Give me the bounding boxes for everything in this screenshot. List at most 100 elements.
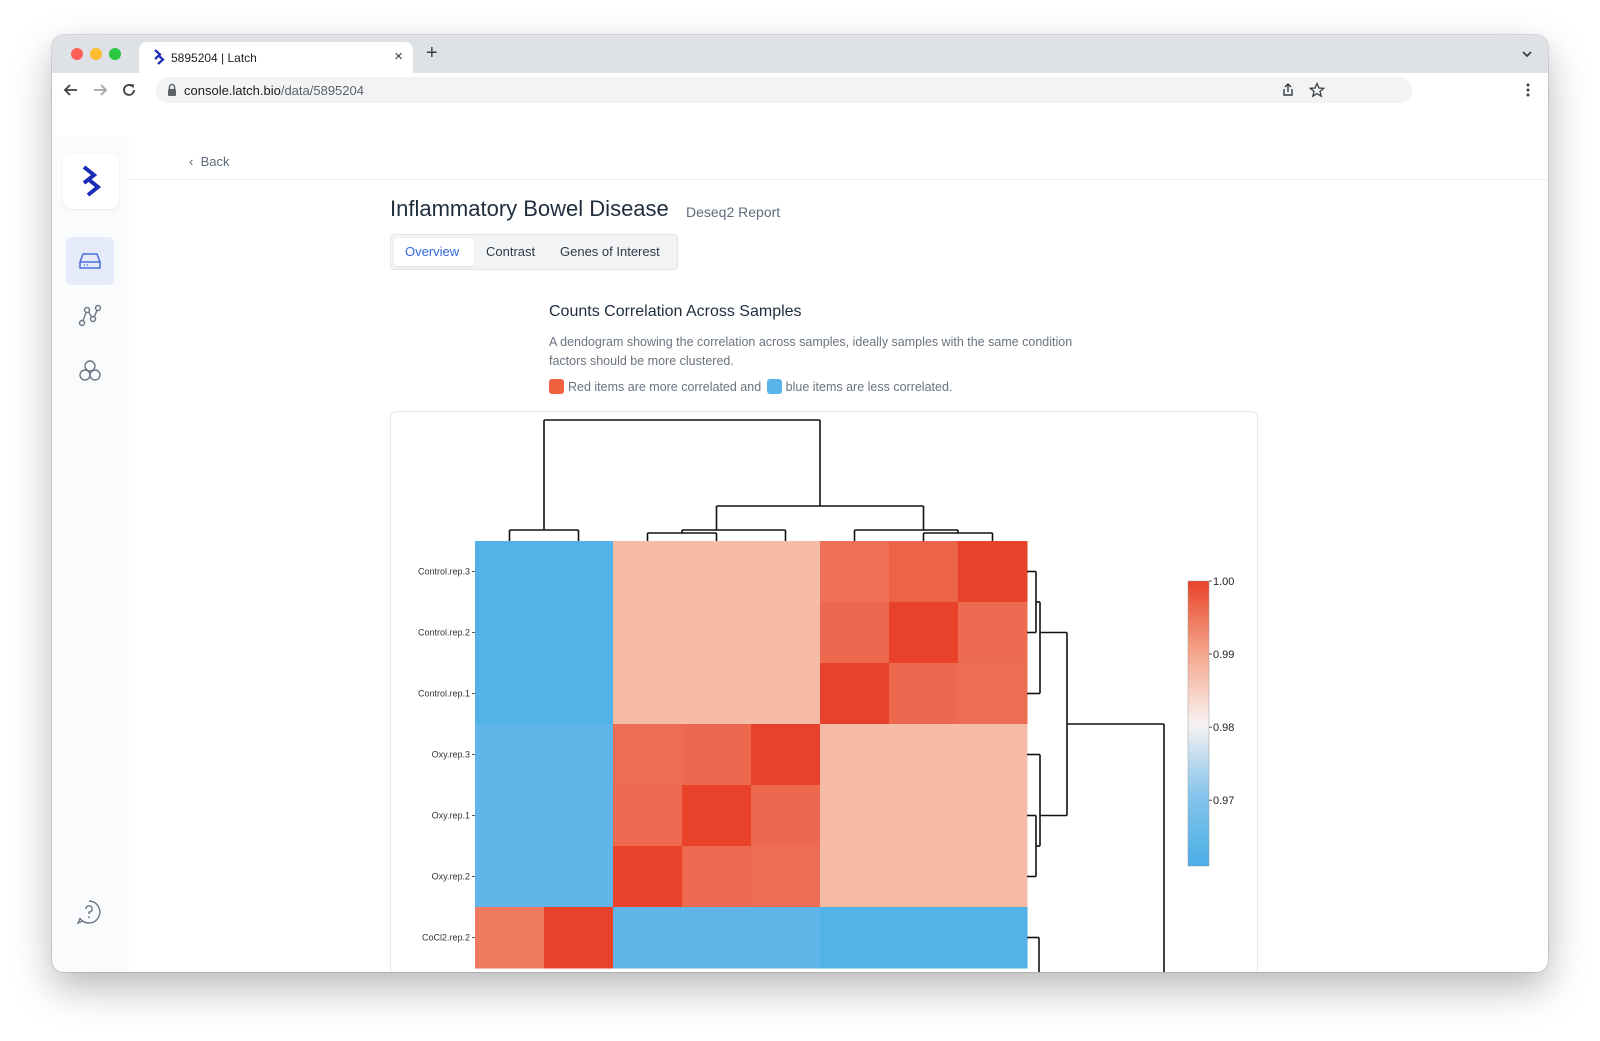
sidebar-item-workflows[interactable]	[66, 292, 114, 340]
chevron-down-icon[interactable]	[1520, 47, 1534, 61]
heatmap-cell	[682, 541, 752, 603]
more-options-icon[interactable]	[1526, 82, 1530, 98]
heatmap-cell	[889, 724, 959, 786]
latch-favicon-icon	[154, 49, 165, 65]
heatmap-cell	[475, 785, 545, 847]
heatmap-cell	[958, 663, 1028, 725]
lock-icon	[168, 83, 176, 96]
heatmap-cell	[751, 907, 821, 969]
sidebar	[52, 137, 130, 972]
sidebar-item-modules[interactable]	[66, 347, 114, 395]
heatmap-cell	[682, 846, 752, 908]
row-label: Oxy.rep.1	[432, 811, 470, 821]
correlation-heatmap: Control.rep.3 Control.rep.2 Control.rep.1 O…	[418, 419, 1234, 972]
color-legend: Red items are more correlated and blue i…	[549, 379, 952, 396]
reload-icon[interactable]	[120, 81, 138, 99]
new-tab-button[interactable]: +	[426, 43, 438, 63]
page-title: Inflammatory Bowel Disease	[390, 196, 669, 221]
tab-overview[interactable]: Overview	[394, 238, 474, 266]
sidebar-item-data[interactable]	[66, 237, 114, 285]
section-description: A dendogram showing the correlation acro…	[549, 335, 1073, 368]
browser-tab[interactable]: 5895204 | Latch ×	[139, 42, 413, 73]
share-icon[interactable]	[1280, 82, 1296, 98]
heatmap-cell	[544, 785, 614, 847]
heatmap-cell	[958, 541, 1028, 603]
tab-contrast[interactable]: Contrast	[475, 238, 547, 266]
close-window-button[interactable]	[71, 48, 83, 60]
tab-title: 5895204 | Latch	[171, 51, 257, 65]
heatmap-cell	[889, 541, 959, 603]
heatmap-cell	[613, 541, 683, 603]
heatmap-cell	[613, 907, 683, 969]
heatmap-cell	[889, 907, 959, 969]
page-subtitle: Deseq2 Report	[686, 204, 781, 220]
heatmap-cell	[544, 907, 614, 969]
heatmap-cell	[613, 663, 683, 725]
heatmap-cell	[544, 602, 614, 664]
heatmap-cell	[544, 541, 614, 603]
hexagons-icon	[79, 360, 101, 381]
address-bar[interactable]: console.latch.bio/data/5895204	[156, 77, 1412, 103]
back-link[interactable]: ‹ Back	[189, 154, 229, 169]
heatmap-cell	[820, 541, 890, 603]
heatmap-cell	[958, 907, 1028, 969]
graph-nodes-icon	[78, 304, 102, 327]
heatmap-cell	[958, 602, 1028, 664]
latch-logo-icon	[82, 165, 101, 197]
heatmap-cell	[820, 663, 890, 725]
heatmap-cell	[613, 785, 683, 847]
minimize-window-button[interactable]	[90, 48, 102, 60]
heatmap-cell	[682, 724, 752, 786]
maximize-window-button[interactable]	[109, 48, 121, 60]
heatmap-cell	[958, 724, 1028, 786]
heatmap-cell	[682, 602, 752, 664]
latch-logo[interactable]	[63, 153, 119, 209]
bookmarks-bar	[52, 107, 1548, 138]
heatmap-cell	[682, 785, 752, 847]
row-label: CoCl2.rep.2	[422, 933, 470, 943]
back-bar: ‹ Back	[129, 137, 1548, 180]
colorbar	[1187, 580, 1210, 867]
tab-genes-of-interest[interactable]: Genes of Interest	[549, 238, 677, 266]
correlation-heatmap-card: Control.rep.3 Control.rep.2 Control.rep.1 O…	[390, 411, 1258, 972]
row-label: Oxy.rep.3	[432, 750, 470, 760]
heatmap-cell	[889, 602, 959, 664]
heatmap-cell	[958, 846, 1028, 908]
colorbar-label: 1.00	[1213, 576, 1234, 588]
tab-strip: 5895204 | Latch × +	[52, 35, 1548, 73]
section-title: Counts Correlation Across Samples	[549, 303, 802, 320]
colorbar-label: 0.99	[1213, 649, 1234, 661]
legend-blue-text: blue items are less correlated.	[785, 380, 953, 394]
heatmap-cell	[544, 846, 614, 908]
drive-icon	[79, 253, 101, 269]
heatmap-cell	[820, 846, 890, 908]
close-tab-icon[interactable]: ×	[394, 48, 403, 65]
heatmap-cell	[889, 785, 959, 847]
forward-arrow-icon[interactable]	[91, 81, 109, 99]
heatmap-cell	[751, 785, 821, 847]
heatmap-cell	[682, 663, 752, 725]
blue-swatch	[766, 379, 782, 394]
heatmap-cell	[613, 602, 683, 664]
heatmap-cell	[544, 724, 614, 786]
colorbar-label: 0.97	[1213, 795, 1234, 807]
heatmap-cell	[820, 785, 890, 847]
heatmap-cell	[751, 663, 821, 725]
row-label: Control.rep.3	[418, 567, 470, 577]
star-icon[interactable]	[1309, 82, 1325, 98]
heatmap-cell	[682, 907, 752, 969]
heatmap-cell	[475, 602, 545, 664]
report-tabs: Overview Contrast Genes of Interest	[390, 234, 678, 270]
heatmap-cell	[475, 907, 545, 969]
heatmap-cell	[475, 541, 545, 603]
help-icon[interactable]	[76, 899, 102, 925]
heatmap-cell	[751, 541, 821, 603]
back-arrow-icon[interactable]	[62, 81, 80, 99]
browser-window: 5895204 | Latch × + console.latch.bio/da…	[52, 35, 1548, 972]
browser-toolbar: console.latch.bio/data/5895204	[52, 73, 1548, 108]
heatmap-cell	[475, 724, 545, 786]
heatmap-cell	[613, 724, 683, 786]
heatmap-cell	[958, 785, 1028, 847]
row-label: Control.rep.2	[418, 628, 470, 638]
heatmap-cell	[889, 663, 959, 725]
